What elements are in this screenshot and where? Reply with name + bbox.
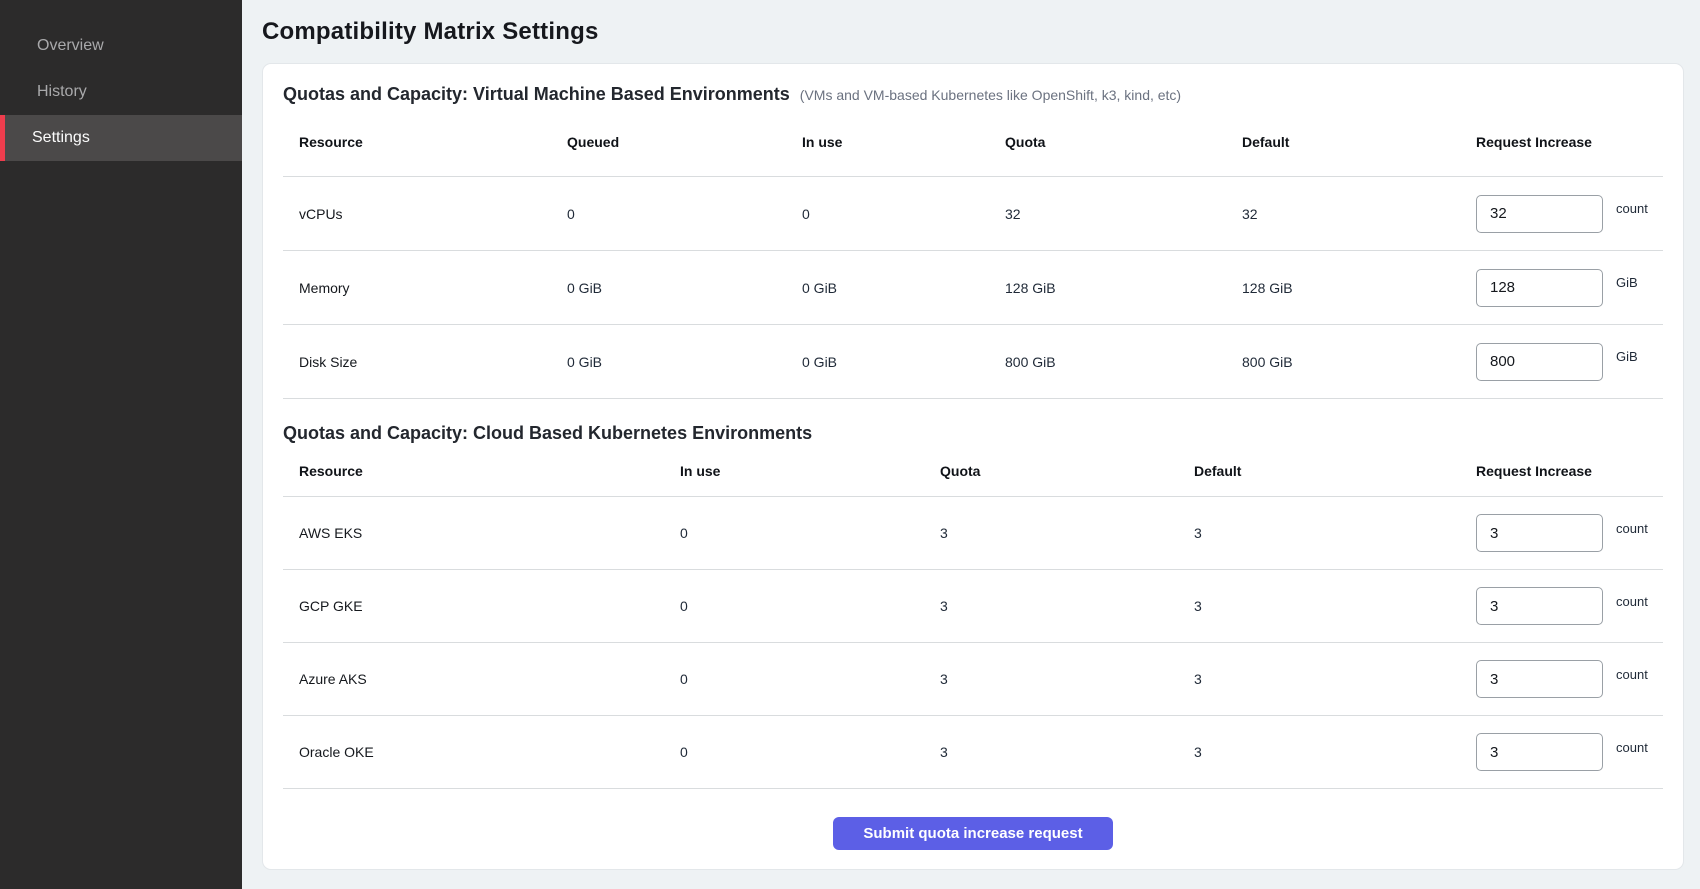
request-increase-input-memory[interactable] xyxy=(1476,269,1603,307)
quota-value: 800 GiB xyxy=(1005,354,1242,370)
in-use-value: 0 xyxy=(680,525,940,541)
quota-value: 3 xyxy=(940,598,1194,614)
resource-label: AWS EKS xyxy=(283,525,680,541)
sidebar-item-history[interactable]: History xyxy=(0,69,242,115)
request-increase-cell: count xyxy=(1476,733,1665,771)
request-increase-input-aws-eks[interactable] xyxy=(1476,514,1603,552)
unit-label: count xyxy=(1616,201,1648,216)
resource-label: Azure AKS xyxy=(283,671,680,687)
table-row-disk-size: Disk Size 0 GiB 0 GiB 800 GiB 800 GiB Gi… xyxy=(283,325,1663,399)
resource-label: Memory xyxy=(283,280,567,296)
request-increase-input-disk-size[interactable] xyxy=(1476,343,1603,381)
in-use-value: 0 xyxy=(680,598,940,614)
request-increase-cell: GiB xyxy=(1476,343,1665,381)
quota-value: 3 xyxy=(940,744,1194,760)
in-use-value: 0 GiB xyxy=(802,354,1005,370)
submit-quota-increase-button[interactable]: Submit quota increase request xyxy=(833,817,1113,850)
app-window: Overview History Settings Compatibility … xyxy=(0,0,1700,889)
table-row-vcpus: vCPUs 0 0 32 32 count xyxy=(283,177,1663,251)
column-header-in-use: In use xyxy=(802,134,1005,150)
queued-value: 0 xyxy=(567,206,802,222)
default-value: 800 GiB xyxy=(1242,354,1476,370)
queued-value: 0 GiB xyxy=(567,354,802,370)
column-header-default: Default xyxy=(1194,463,1476,479)
resource-label: vCPUs xyxy=(283,206,567,222)
unit-label: count xyxy=(1616,521,1648,536)
request-increase-cell: count xyxy=(1476,514,1665,552)
request-increase-cell: GiB xyxy=(1476,269,1665,307)
table-row-azure-aks: Azure AKS 0 3 3 count xyxy=(283,643,1663,716)
request-increase-input-vcpus[interactable] xyxy=(1476,195,1603,233)
default-value: 32 xyxy=(1242,206,1476,222)
quota-value: 3 xyxy=(940,525,1194,541)
submit-row: Submit quota increase request xyxy=(283,817,1663,850)
quota-value: 32 xyxy=(1005,206,1242,222)
sidebar-item-overview[interactable]: Overview xyxy=(0,23,242,69)
default-value: 3 xyxy=(1194,671,1476,687)
resource-label: Oracle OKE xyxy=(283,744,680,760)
column-header-default: Default xyxy=(1242,134,1476,150)
column-header-request-increase: Request Increase xyxy=(1476,134,1665,150)
column-header-request-increase: Request Increase xyxy=(1476,463,1665,479)
default-value: 3 xyxy=(1194,598,1476,614)
unit-label: count xyxy=(1616,594,1648,609)
quota-value: 128 GiB xyxy=(1005,280,1242,296)
vm-section-title: Quotas and Capacity: Virtual Machine Bas… xyxy=(283,82,790,106)
sidebar: Overview History Settings xyxy=(0,0,242,889)
vm-quota-table: Resource Queued In use Quota Default Req… xyxy=(283,107,1663,399)
cloud-table-header-row: Resource In use Quota Default Request In… xyxy=(283,445,1663,497)
column-header-resource: Resource xyxy=(283,134,567,150)
column-header-queued: Queued xyxy=(567,134,802,150)
default-value: 3 xyxy=(1194,744,1476,760)
in-use-value: 0 xyxy=(680,744,940,760)
default-value: 128 GiB xyxy=(1242,280,1476,296)
cloud-quota-table: Resource In use Quota Default Request In… xyxy=(283,445,1663,789)
in-use-value: 0 xyxy=(680,671,940,687)
unit-label: GiB xyxy=(1616,275,1638,290)
unit-label: count xyxy=(1616,740,1648,755)
column-header-quota: Quota xyxy=(940,463,1194,479)
request-increase-input-gcp-gke[interactable] xyxy=(1476,587,1603,625)
in-use-value: 0 GiB xyxy=(802,280,1005,296)
request-increase-cell: count xyxy=(1476,195,1665,233)
cloud-section-title: Quotas and Capacity: Cloud Based Kuberne… xyxy=(283,421,812,445)
table-row-gcp-gke: GCP GKE 0 3 3 count xyxy=(283,570,1663,643)
unit-label: GiB xyxy=(1616,349,1638,364)
main-content: Compatibility Matrix Settings Quotas and… xyxy=(242,0,1700,889)
vm-table-header-row: Resource Queued In use Quota Default Req… xyxy=(283,107,1663,177)
column-header-resource: Resource xyxy=(283,463,680,479)
default-value: 3 xyxy=(1194,525,1476,541)
quota-value: 3 xyxy=(940,671,1194,687)
resource-label: Disk Size xyxy=(283,354,567,370)
resource-label: GCP GKE xyxy=(283,598,680,614)
request-increase-cell: count xyxy=(1476,587,1665,625)
queued-value: 0 GiB xyxy=(567,280,802,296)
vm-section-header: Quotas and Capacity: Virtual Machine Bas… xyxy=(283,82,1663,107)
column-header-quota: Quota xyxy=(1005,134,1242,150)
page-title: Compatibility Matrix Settings xyxy=(262,18,599,46)
table-row-oracle-oke: Oracle OKE 0 3 3 count xyxy=(283,716,1663,789)
request-increase-input-azure-aks[interactable] xyxy=(1476,660,1603,698)
in-use-value: 0 xyxy=(802,206,1005,222)
vm-section-subtitle: (VMs and VM-based Kubernetes like OpenSh… xyxy=(800,83,1181,107)
unit-label: count xyxy=(1616,667,1648,682)
cloud-section-header: Quotas and Capacity: Cloud Based Kuberne… xyxy=(283,421,1663,445)
table-row-memory: Memory 0 GiB 0 GiB 128 GiB 128 GiB GiB xyxy=(283,251,1663,325)
column-header-in-use: In use xyxy=(680,463,940,479)
sidebar-item-settings[interactable]: Settings xyxy=(0,115,242,161)
request-increase-cell: count xyxy=(1476,660,1665,698)
request-increase-input-oracle-oke[interactable] xyxy=(1476,733,1603,771)
quota-settings-card: Quotas and Capacity: Virtual Machine Bas… xyxy=(262,63,1684,870)
table-row-aws-eks: AWS EKS 0 3 3 count xyxy=(283,497,1663,570)
